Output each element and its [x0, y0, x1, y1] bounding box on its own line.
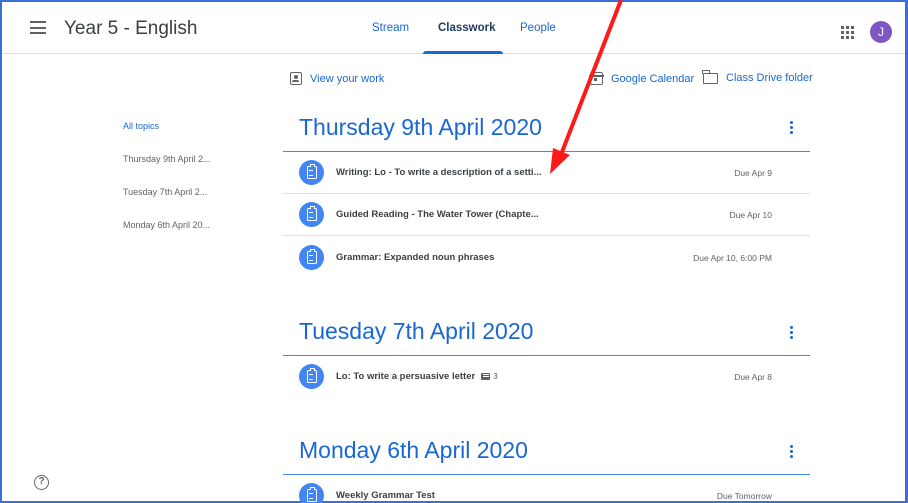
assignment-title: Writing: Lo - To write a description of …: [336, 167, 542, 178]
class-drive-folder-link[interactable]: Class Drive folder: [702, 69, 813, 84]
avatar[interactable]: J: [870, 21, 892, 43]
assignment-icon: [299, 245, 324, 270]
apps-icon[interactable]: [841, 26, 854, 39]
assignment-row[interactable]: Guided Reading - The Water Tower (Chapte…: [283, 194, 810, 236]
section-title-thursday: Thursday 9th April 2020: [299, 114, 542, 140]
top-bar: Year 5 - English Stream Classwork People…: [2, 2, 905, 54]
help-icon[interactable]: ?: [34, 475, 49, 490]
sidebar-item-tuesday[interactable]: Tuesday 7th April 2...: [123, 187, 207, 197]
section-title-tuesday: Tuesday 7th April 2020: [299, 318, 534, 344]
kebab-icon[interactable]: [790, 445, 794, 460]
comment-icon: [481, 372, 491, 380]
assignment-title-text: Lo: To write a persuasive letter: [336, 371, 476, 382]
kebab-icon[interactable]: [790, 326, 794, 341]
folder-icon: [702, 69, 718, 84]
assignment-row[interactable]: Lo: To write a persuasive letter 3 Due Ap…: [283, 356, 810, 398]
person-icon: [290, 72, 302, 85]
assignment-row[interactable]: Grammar: Expanded noun phrases Due Apr 1…: [283, 237, 810, 279]
assignment-icon: [299, 483, 324, 503]
assignment-title: Guided Reading - The Water Tower (Chapte…: [336, 209, 539, 220]
google-calendar-link[interactable]: Google Calendar: [589, 72, 695, 85]
assignment-due: Due Apr 10: [729, 210, 772, 220]
assignment-row[interactable]: Writing: Lo - To write a description of …: [283, 152, 810, 194]
active-tab-indicator: [423, 51, 503, 54]
assignment-title: Grammar: Expanded noun phrases: [336, 252, 495, 263]
assignment-due: Due Apr 10, 6:00 PM: [693, 253, 772, 263]
google-calendar-label: Google Calendar: [611, 72, 695, 85]
view-your-work-link[interactable]: View your work: [290, 72, 384, 85]
tab-stream[interactable]: Stream: [372, 22, 409, 34]
calendar-icon: [589, 72, 604, 85]
assignment-row[interactable]: Weekly Grammar Test Due Tomorrow: [283, 475, 810, 503]
sidebar-item-monday[interactable]: Monday 6th April 20...: [123, 220, 210, 230]
assignment-due: Due Apr 9: [734, 168, 772, 178]
assignment-icon: [299, 160, 324, 185]
assignment-icon: [299, 202, 324, 227]
kebab-icon[interactable]: [790, 121, 794, 136]
tab-people[interactable]: People: [520, 22, 556, 34]
view-your-work-label: View your work: [310, 72, 385, 85]
tab-classwork[interactable]: Classwork: [438, 22, 496, 34]
comment-count: 3: [493, 372, 498, 381]
menu-icon[interactable]: [30, 21, 46, 34]
sidebar-item-thursday[interactable]: Thursday 9th April 2...: [123, 154, 211, 164]
assignment-due: Due Apr 8: [734, 372, 772, 382]
assignment-title: Weekly Grammar Test: [336, 490, 435, 501]
section-title-monday: Monday 6th April 2020: [299, 437, 528, 463]
assignment-title: Lo: To write a persuasive letter 3: [336, 371, 498, 382]
class-drive-folder-label: Class Drive folder: [726, 72, 813, 84]
class-title: Year 5 - English: [64, 18, 198, 39]
sidebar-item-all-topics[interactable]: All topics: [123, 121, 159, 131]
assignment-due: Due Tomorrow: [716, 491, 772, 501]
assignment-icon: [299, 364, 324, 389]
